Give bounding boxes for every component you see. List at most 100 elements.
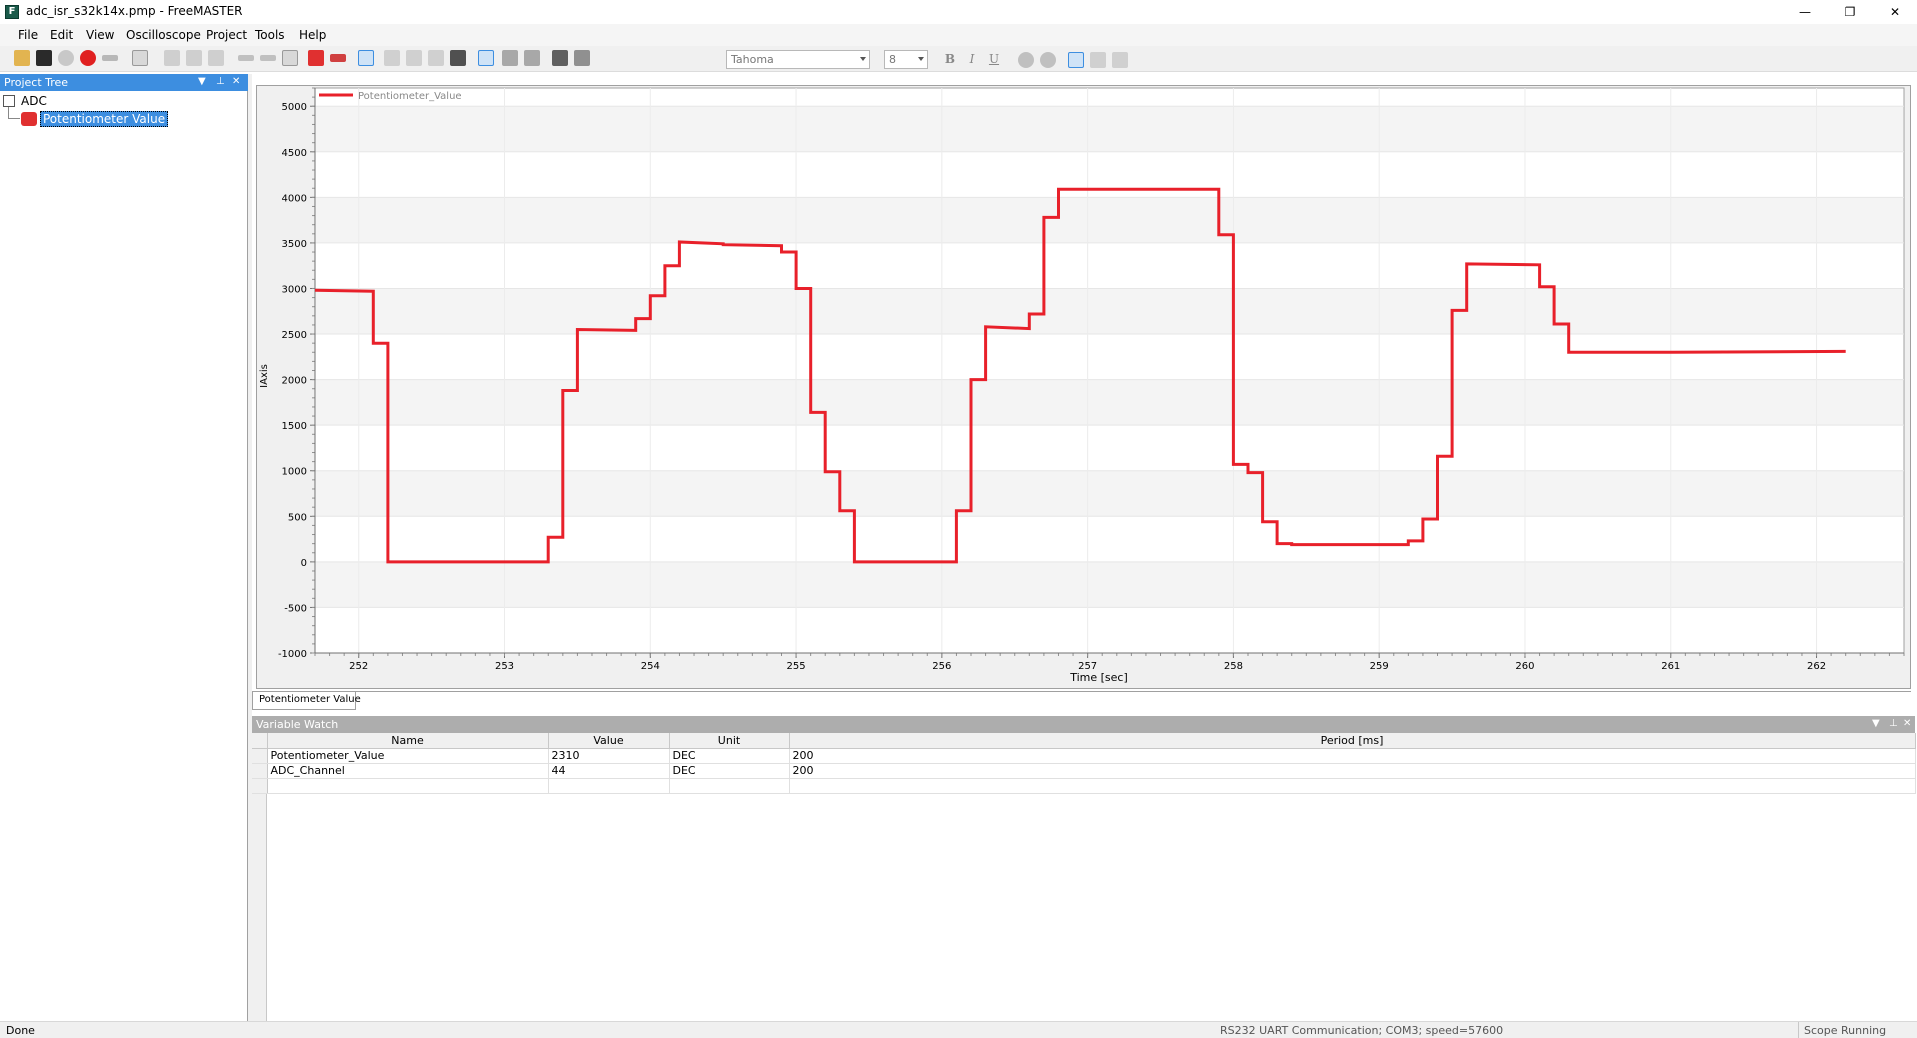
underline-button[interactable]: U [986, 51, 1002, 67]
variable-unit[interactable]: DEC [669, 748, 790, 764]
table-row[interactable]: Potentiometer_Value 2310 DEC 200 [252, 748, 1916, 764]
variable-name[interactable]: ADC_Channel [267, 763, 549, 779]
restore-button[interactable]: ❐ [1827, 0, 1873, 24]
menu-edit[interactable]: Edit [50, 28, 73, 42]
x-tick-label: 262 [1807, 661, 1826, 672]
project-tree-title: Project Tree [4, 76, 69, 89]
y-axis-ticks: 5000450040003500300025002000150010005000… [278, 87, 315, 660]
variable-period[interactable]: 200 [789, 748, 1916, 764]
y-tick-label: 4000 [282, 193, 307, 204]
tree-node-adc[interactable]: ADC [21, 94, 47, 108]
x-tick-label: 255 [787, 661, 806, 672]
table-row[interactable]: ADC_Channel 44 DEC 200 [252, 763, 1916, 779]
save-icon[interactable] [36, 50, 52, 66]
font-name-select[interactable]: Tahoma [726, 50, 870, 69]
oscilloscope-chart[interactable]: 5000450040003500300025002000150010005000… [257, 86, 1910, 688]
copy-icon[interactable] [164, 50, 180, 66]
close-panel-icon[interactable]: ✕ [232, 76, 240, 87]
zoom-y-icon[interactable] [428, 50, 444, 66]
x-tick-label: 253 [495, 661, 514, 672]
y-tick-label: 0 [301, 558, 307, 569]
project-icon [3, 95, 15, 107]
record-icon[interactable] [308, 50, 324, 66]
table-row-empty[interactable] [252, 778, 1916, 794]
variable-unit[interactable]: DEC [669, 763, 790, 779]
empty-cell[interactable] [789, 778, 1916, 794]
panel-menu-icon[interactable]: ▼ [198, 76, 206, 87]
bold-button[interactable]: B [942, 51, 958, 67]
pin-icon[interactable]: ⊥ [1889, 718, 1898, 729]
variable-period[interactable]: 200 [789, 763, 1916, 779]
tree-node-potentiometer-value[interactable]: Potentiometer Value [40, 111, 169, 127]
align-right-icon[interactable] [1112, 52, 1128, 68]
fore-color-icon[interactable] [1018, 52, 1034, 68]
grid-band [316, 197, 1903, 243]
menu-help[interactable]: Help [299, 28, 326, 42]
tab-potentiometer-value[interactable]: Potentiometer Value [252, 692, 361, 710]
row-header[interactable] [252, 748, 268, 764]
forward-arrow-icon[interactable] [260, 55, 276, 61]
font-size-select[interactable]: 8 [884, 50, 928, 69]
grid-icon[interactable] [478, 50, 494, 66]
back-color-icon[interactable] [1040, 52, 1056, 68]
x-tick-label: 260 [1515, 661, 1534, 672]
oscilloscope-icon[interactable] [330, 54, 346, 62]
menu-project[interactable]: Project [206, 28, 247, 42]
column-header-unit[interactable]: Unit [669, 733, 790, 749]
menu-oscilloscope[interactable]: Oscilloscope [126, 28, 201, 42]
close-window-button[interactable]: ✕ [1872, 0, 1917, 24]
y-tick-label: -500 [284, 603, 307, 614]
communication-status: RS232 UART Communication; COM3; speed=57… [1220, 1024, 1504, 1037]
grid-band [316, 379, 1903, 426]
chevron-down-icon [918, 57, 924, 61]
help-pointer-icon[interactable] [574, 50, 590, 66]
stop-icon[interactable] [80, 50, 96, 66]
row-header[interactable] [252, 763, 268, 779]
minimize-button[interactable]: — [1782, 0, 1828, 24]
up-arrow-icon[interactable] [502, 50, 518, 66]
table-header-row: Name Value Unit Period [ms] [252, 733, 1916, 749]
y-tick-label: 2500 [282, 330, 307, 341]
empty-cell[interactable] [669, 778, 790, 794]
y-axis-label: IAxis [259, 364, 270, 388]
column-header-name[interactable]: Name [267, 733, 549, 749]
chart-tab-bar [252, 691, 1911, 692]
refresh-icon[interactable] [282, 50, 298, 66]
align-center-icon[interactable] [1090, 52, 1106, 68]
italic-button[interactable]: I [964, 51, 980, 67]
zoom-x-icon[interactable] [406, 50, 422, 66]
y-tick-label: 1500 [282, 421, 307, 432]
down-arrow-icon[interactable] [524, 50, 540, 66]
x-axis-label: Time [sec] [1069, 671, 1128, 684]
align-left-icon[interactable] [1068, 52, 1084, 68]
close-panel-icon[interactable]: ✕ [1903, 718, 1911, 729]
open-folder-icon[interactable] [14, 50, 30, 66]
menu-file[interactable]: File [18, 28, 38, 42]
grid-band [316, 288, 1903, 335]
cursor-icon[interactable] [358, 50, 374, 66]
y-tick-label: 500 [288, 512, 307, 523]
connect-icon[interactable] [102, 55, 118, 61]
panel-menu-icon[interactable]: ▼ [1872, 718, 1880, 729]
pause-icon[interactable] [450, 50, 466, 66]
row-header[interactable] [252, 778, 268, 794]
menu-view[interactable]: View [86, 28, 114, 42]
variable-value[interactable]: 44 [548, 763, 670, 779]
menu-tools[interactable]: Tools [255, 28, 285, 42]
grid-band [316, 106, 1903, 152]
variable-value[interactable]: 2310 [548, 748, 670, 764]
column-header-value[interactable]: Value [548, 733, 670, 749]
print-icon[interactable] [208, 50, 224, 66]
empty-cell[interactable] [267, 778, 549, 794]
corner-cell [252, 733, 268, 749]
column-header-period[interactable]: Period [ms] [789, 733, 1916, 749]
options-icon[interactable] [552, 50, 568, 66]
properties-icon[interactable] [132, 50, 148, 66]
variable-name[interactable]: Potentiometer_Value [267, 748, 549, 764]
go-icon[interactable] [58, 50, 74, 66]
zoom-icon[interactable] [384, 50, 400, 66]
paste-icon[interactable] [186, 50, 202, 66]
pin-icon[interactable]: ⊥ [216, 76, 225, 87]
back-arrow-icon[interactable] [238, 55, 254, 61]
empty-cell[interactable] [548, 778, 670, 794]
